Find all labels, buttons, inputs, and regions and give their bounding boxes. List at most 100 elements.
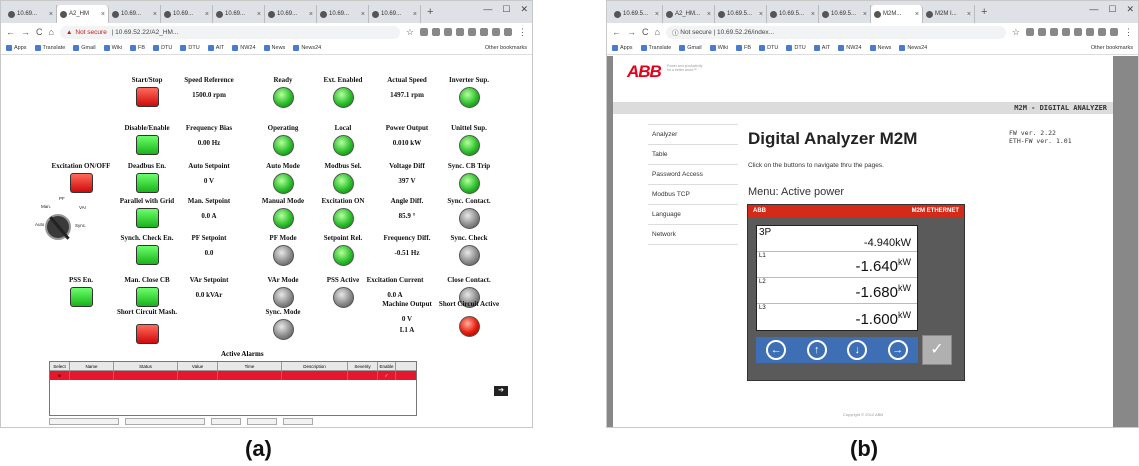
bookmark[interactable]: DTU — [153, 44, 172, 51]
extension-icon[interactable] — [1026, 28, 1034, 36]
close-icon[interactable]: × — [863, 11, 867, 18]
alarms-toolbar-button[interactable] — [283, 418, 313, 425]
extension-icon[interactable] — [1098, 28, 1106, 36]
bookmark[interactable]: Translate — [640, 44, 671, 51]
extension-icon[interactable] — [444, 28, 452, 36]
close-icon[interactable]: × — [49, 11, 53, 18]
extension-icon[interactable] — [432, 28, 440, 36]
browser-tab[interactable]: 10.69.5... × — [767, 5, 819, 23]
extension-icon[interactable] — [1038, 28, 1046, 36]
new-tab-button[interactable]: + — [421, 6, 439, 18]
star-icon[interactable]: ☆ — [406, 27, 414, 38]
setpoint-value[interactable]: 0.0 — [171, 249, 247, 257]
bookmark[interactable]: Wiki — [103, 44, 122, 51]
excitation-onoff-button[interactable] — [69, 173, 93, 193]
bookmark[interactable]: Apps — [612, 44, 633, 51]
check-icon[interactable]: ✓ — [922, 335, 952, 365]
short-circuit-button[interactable] — [135, 324, 159, 344]
close-icon[interactable]: × — [967, 11, 971, 18]
extension-icon[interactable] — [1050, 28, 1058, 36]
alarms-filter-select[interactable] — [125, 418, 205, 425]
left-arrow-icon[interactable]: ← — [766, 340, 787, 360]
browser-tab[interactable]: 10.69.5... × — [611, 5, 663, 23]
browser-tab[interactable]: A2_HM × — [57, 5, 109, 23]
menu-icon[interactable]: ⋮ — [518, 27, 527, 38]
bookmark[interactable]: Gmail — [679, 44, 702, 51]
close-icon[interactable]: × — [257, 11, 261, 18]
extension-icon[interactable] — [1086, 28, 1094, 36]
setpoint-value[interactable]: 0.00 Hz — [171, 139, 247, 147]
close-icon[interactable]: × — [759, 11, 763, 18]
bookmark[interactable]: Translate — [34, 44, 65, 51]
home-icon[interactable]: ⌂ — [655, 27, 660, 37]
disable-enable-button[interactable] — [135, 135, 159, 155]
bookmark[interactable]: Gmail — [73, 44, 96, 51]
browser-tab[interactable]: 10.69... × — [317, 5, 369, 23]
extension-icon[interactable] — [480, 28, 488, 36]
alarms-toolbar-button[interactable] — [247, 418, 277, 425]
menu-item-analyzer[interactable]: Analyzer — [648, 125, 738, 145]
browser-tab[interactable]: 10.69... × — [109, 5, 161, 23]
star-icon[interactable]: ☆ — [1012, 27, 1020, 38]
browser-tab[interactable]: 10.69.5... × — [715, 5, 767, 23]
alarms-toolbar-button[interactable] — [49, 418, 119, 425]
menu-item-table[interactable]: Table — [648, 145, 738, 165]
close-icon[interactable]: × — [153, 11, 157, 18]
close-icon[interactable]: × — [361, 11, 365, 18]
extension-icon[interactable] — [492, 28, 500, 36]
extension-icon[interactable] — [1062, 28, 1070, 36]
parallel-grid-button[interactable] — [135, 208, 159, 228]
new-tab-button[interactable]: + — [975, 6, 993, 18]
maximize-icon[interactable]: ☐ — [1108, 4, 1116, 15]
close-window-icon[interactable]: ✕ — [1126, 4, 1134, 15]
right-arrow-icon[interactable]: → — [887, 340, 908, 360]
browser-tab[interactable]: M2M I... × — [923, 5, 975, 23]
close-icon[interactable]: × — [707, 11, 711, 18]
bookmark[interactable]: News — [869, 44, 891, 51]
browser-tab[interactable]: 10.69... × — [5, 5, 57, 23]
extension-icon[interactable] — [468, 28, 476, 36]
close-icon[interactable]: × — [811, 11, 815, 18]
up-arrow-icon[interactable]: ↑ — [806, 340, 827, 360]
menu-icon[interactable]: ⋮ — [1124, 27, 1133, 38]
bookmark[interactable]: News — [263, 44, 285, 51]
extension-icon[interactable] — [456, 28, 464, 36]
browser-tab[interactable]: 10.69... × — [265, 5, 317, 23]
menu-item-modbus-tcp[interactable]: Modbus TCP — [648, 185, 738, 205]
bookmark[interactable]: FB — [736, 44, 751, 51]
bookmark[interactable]: Apps — [6, 44, 27, 51]
bookmark[interactable]: NW24 — [232, 44, 256, 51]
reload-icon[interactable]: C — [36, 27, 43, 37]
browser-tab[interactable]: A2_HM... × — [663, 5, 715, 23]
back-icon[interactable]: ← — [6, 27, 15, 37]
extension-icon[interactable] — [1110, 28, 1118, 36]
bookmark[interactable]: News24 — [899, 44, 927, 51]
browser-tab[interactable]: 10.69... × — [161, 5, 213, 23]
bookmark[interactable]: Wiki — [709, 44, 728, 51]
enable-checkbox[interactable]: ✓ — [378, 371, 396, 380]
alarms-toolbar-button[interactable] — [211, 418, 241, 425]
bookmark[interactable]: FB — [130, 44, 145, 51]
next-page-button[interactable]: ➔ — [494, 386, 508, 396]
pss-button[interactable] — [69, 287, 93, 307]
down-arrow-icon[interactable]: ↓ — [847, 340, 868, 360]
maximize-icon[interactable]: ☐ — [502, 4, 510, 15]
bookmark[interactable]: DTU — [180, 44, 200, 51]
table-row[interactable]: ■ ✓ — [50, 371, 416, 380]
synch-check-button[interactable] — [135, 245, 159, 265]
menu-item-network[interactable]: Network — [648, 225, 738, 245]
setpoint-value[interactable]: 0.0 A — [171, 212, 247, 220]
start-stop-button[interactable] — [135, 87, 159, 107]
extension-icon[interactable] — [504, 28, 512, 36]
close-icon[interactable]: × — [413, 11, 417, 18]
other-bookmarks[interactable]: Other bookmarks — [1091, 45, 1133, 51]
close-icon[interactable]: × — [309, 11, 313, 18]
other-bookmarks[interactable]: Other bookmarks — [485, 45, 527, 51]
close-icon[interactable]: × — [101, 11, 105, 18]
browser-tab[interactable]: 10.69.5... × — [819, 5, 871, 23]
close-icon[interactable]: × — [915, 11, 919, 18]
bookmark[interactable]: NW24 — [838, 44, 862, 51]
bookmark[interactable]: News24 — [293, 44, 321, 51]
extension-icon[interactable] — [420, 28, 428, 36]
forward-icon[interactable]: → — [21, 27, 30, 37]
